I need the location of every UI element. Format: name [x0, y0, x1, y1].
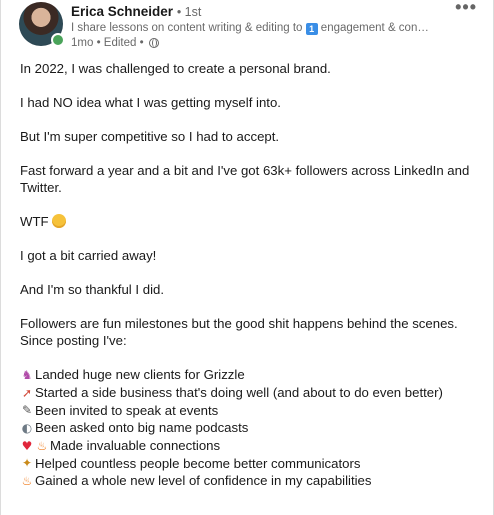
list-item: ♨ Gained a whole new level of confidence …: [20, 472, 480, 490]
list-item-text: Started a side business that's doing wel…: [35, 385, 443, 401]
headline-prefix: I share lessons on content writing & edi…: [71, 22, 306, 34]
podcast-icon: ◐: [21, 420, 33, 435]
online-status-icon: [51, 33, 65, 47]
fire-icon: ♨: [21, 473, 33, 488]
post-body: In 2022, I was challenged to create a pe…: [20, 60, 480, 490]
microphone-icon: ✎: [21, 403, 33, 418]
post-paragraph: Followers are fun milestones but the goo…: [20, 316, 458, 348]
connection-degree: • 1st: [176, 5, 202, 19]
sweat-smile-icon: [51, 214, 66, 228]
post-paragraph: And I'm so thankful I did.: [20, 282, 164, 297]
author-name[interactable]: Erica Schneider: [71, 4, 173, 19]
post-paragraph: I had NO idea what I was getting myself …: [20, 95, 281, 110]
unicorn-icon: ♞: [21, 367, 33, 382]
headline-suffix: engagement & conver...: [317, 22, 431, 34]
author-name-row: Erica Schneider • 1st: [71, 3, 201, 21]
post-paragraph: In 2022, I was challenged to create a pe…: [20, 61, 331, 76]
fire-icon: ♨: [36, 438, 48, 453]
more-options-button[interactable]: •••: [455, 0, 477, 16]
heart-icon: ♥: [21, 438, 33, 453]
list-item-text: Landed huge new clients for Grizzle: [35, 367, 245, 383]
keycap-one-icon: 1: [305, 23, 318, 35]
list-item-text: Been asked onto big name podcasts: [35, 420, 249, 436]
list-item-text: Helped countless people become better co…: [35, 455, 361, 471]
post-timestamp: 1mo • Edited •: [71, 37, 144, 49]
list-item-text: Gained a whole new level of confidence i…: [35, 473, 372, 489]
rocket-icon: ➚: [21, 385, 33, 400]
author-headline: I share lessons on content writing & edi…: [71, 21, 431, 35]
post-paragraph: Fast forward a year and a bit and I've g…: [20, 163, 470, 195]
post-paragraph-wtf: WTF: [20, 213, 480, 230]
achievements-list: ♞ Landed huge new clients for Grizzle ➚ St…: [20, 366, 480, 490]
post-header: Erica Schneider • 1st I share lessons on…: [1, 0, 493, 56]
list-item-text: Made invaluable connections: [50, 438, 221, 454]
list-item: ♥ ♨ Made invaluable connections: [20, 437, 480, 455]
post-paragraph: I got a bit carried away!: [20, 248, 157, 263]
list-item: ➚ Started a side business that's doing we…: [20, 384, 480, 402]
list-item-text: Been invited to speak at events: [35, 402, 219, 418]
list-item: ♞ Landed huge new clients for Grizzle: [20, 366, 480, 384]
post-paragraph: But I'm super competitive so I had to ac…: [20, 129, 280, 144]
post-card: Erica Schneider • 1st I share lessons on…: [0, 0, 494, 515]
wtf-text: WTF: [20, 214, 49, 229]
list-item: ✦ Helped countless people become better c…: [20, 454, 480, 472]
globe-icon: [148, 38, 159, 48]
list-item: ◐ Been asked onto big name podcasts: [20, 419, 480, 437]
list-item: ✎ Been invited to speak at events: [20, 401, 480, 419]
party-popper-icon: ✦: [21, 456, 33, 471]
post-meta: 1mo • Edited •: [71, 36, 159, 50]
